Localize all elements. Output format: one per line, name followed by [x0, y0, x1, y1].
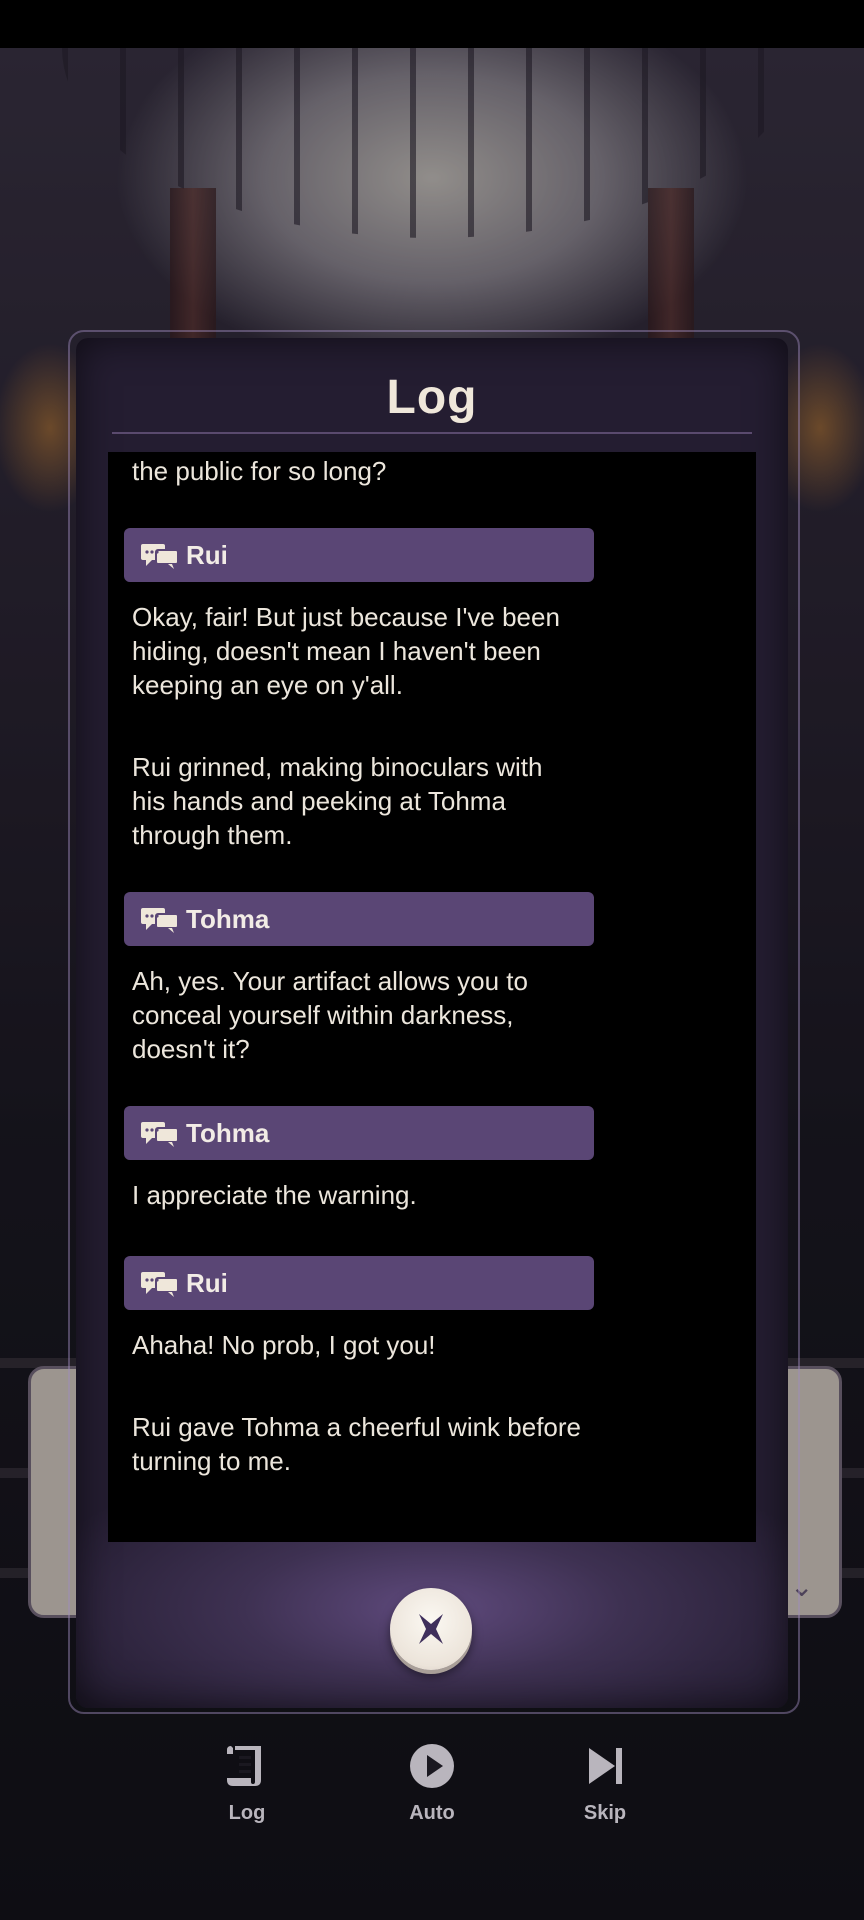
status-bar [0, 0, 864, 48]
speaker-label: Rui [124, 1256, 594, 1310]
scroll-icon [227, 1746, 261, 1786]
skip-forward-icon [589, 1748, 622, 1784]
speaker-name: Rui [186, 540, 228, 570]
skip-button-label: Skip [583, 1802, 627, 1824]
speaker-label: Tohma [124, 892, 594, 946]
log-narration: Rui grinned, making binoculars with his … [132, 752, 543, 850]
close-button[interactable] [390, 1588, 472, 1670]
speaker-name: Tohma [186, 904, 270, 934]
log-narration: Rui gave Tohma a cheerful wink before tu… [132, 1412, 581, 1476]
chat-bubbles-icon [141, 1122, 179, 1147]
close-x-icon [419, 1614, 443, 1644]
log-title: Log [386, 371, 478, 424]
log-dialogue: Okay, fair! But just because I've been h… [132, 602, 560, 700]
auto-button[interactable]: Auto [377, 1740, 487, 1825]
log-button[interactable]: Log [192, 1740, 302, 1825]
play-icon [410, 1744, 454, 1788]
chat-bubbles-icon [141, 908, 179, 933]
log-dialogue: Ah, yes. Your artifact allows you to con… [132, 966, 528, 1064]
log-dialogue: I appreciate the warning. [132, 1180, 417, 1210]
bottom-toolbar: Log Auto Skip [0, 1740, 864, 1860]
speaker-label: Tohma [124, 1106, 594, 1160]
skip-button[interactable]: Skip [550, 1740, 660, 1825]
chat-bubbles-icon [141, 544, 179, 569]
log-narration: the public for so long? [132, 456, 387, 486]
log-list[interactable]: the public for so long? Rui Okay, fair! … [108, 452, 756, 1542]
speaker-name: Tohma [186, 1118, 270, 1148]
speaker-name: Rui [186, 1268, 228, 1298]
speaker-label: Rui [124, 528, 594, 582]
log-modal: Log the public for so long? Rui Okay, fa… [76, 338, 788, 1708]
title-divider [112, 432, 752, 434]
log-button-label: Log [228, 1802, 266, 1824]
log-list-content: the public for so long? Rui Okay, fair! … [108, 452, 756, 1478]
chat-bubbles-icon [141, 1272, 179, 1297]
log-dialogue: Ahaha! No prob, I got you! [132, 1330, 436, 1360]
auto-button-label: Auto [409, 1802, 455, 1824]
